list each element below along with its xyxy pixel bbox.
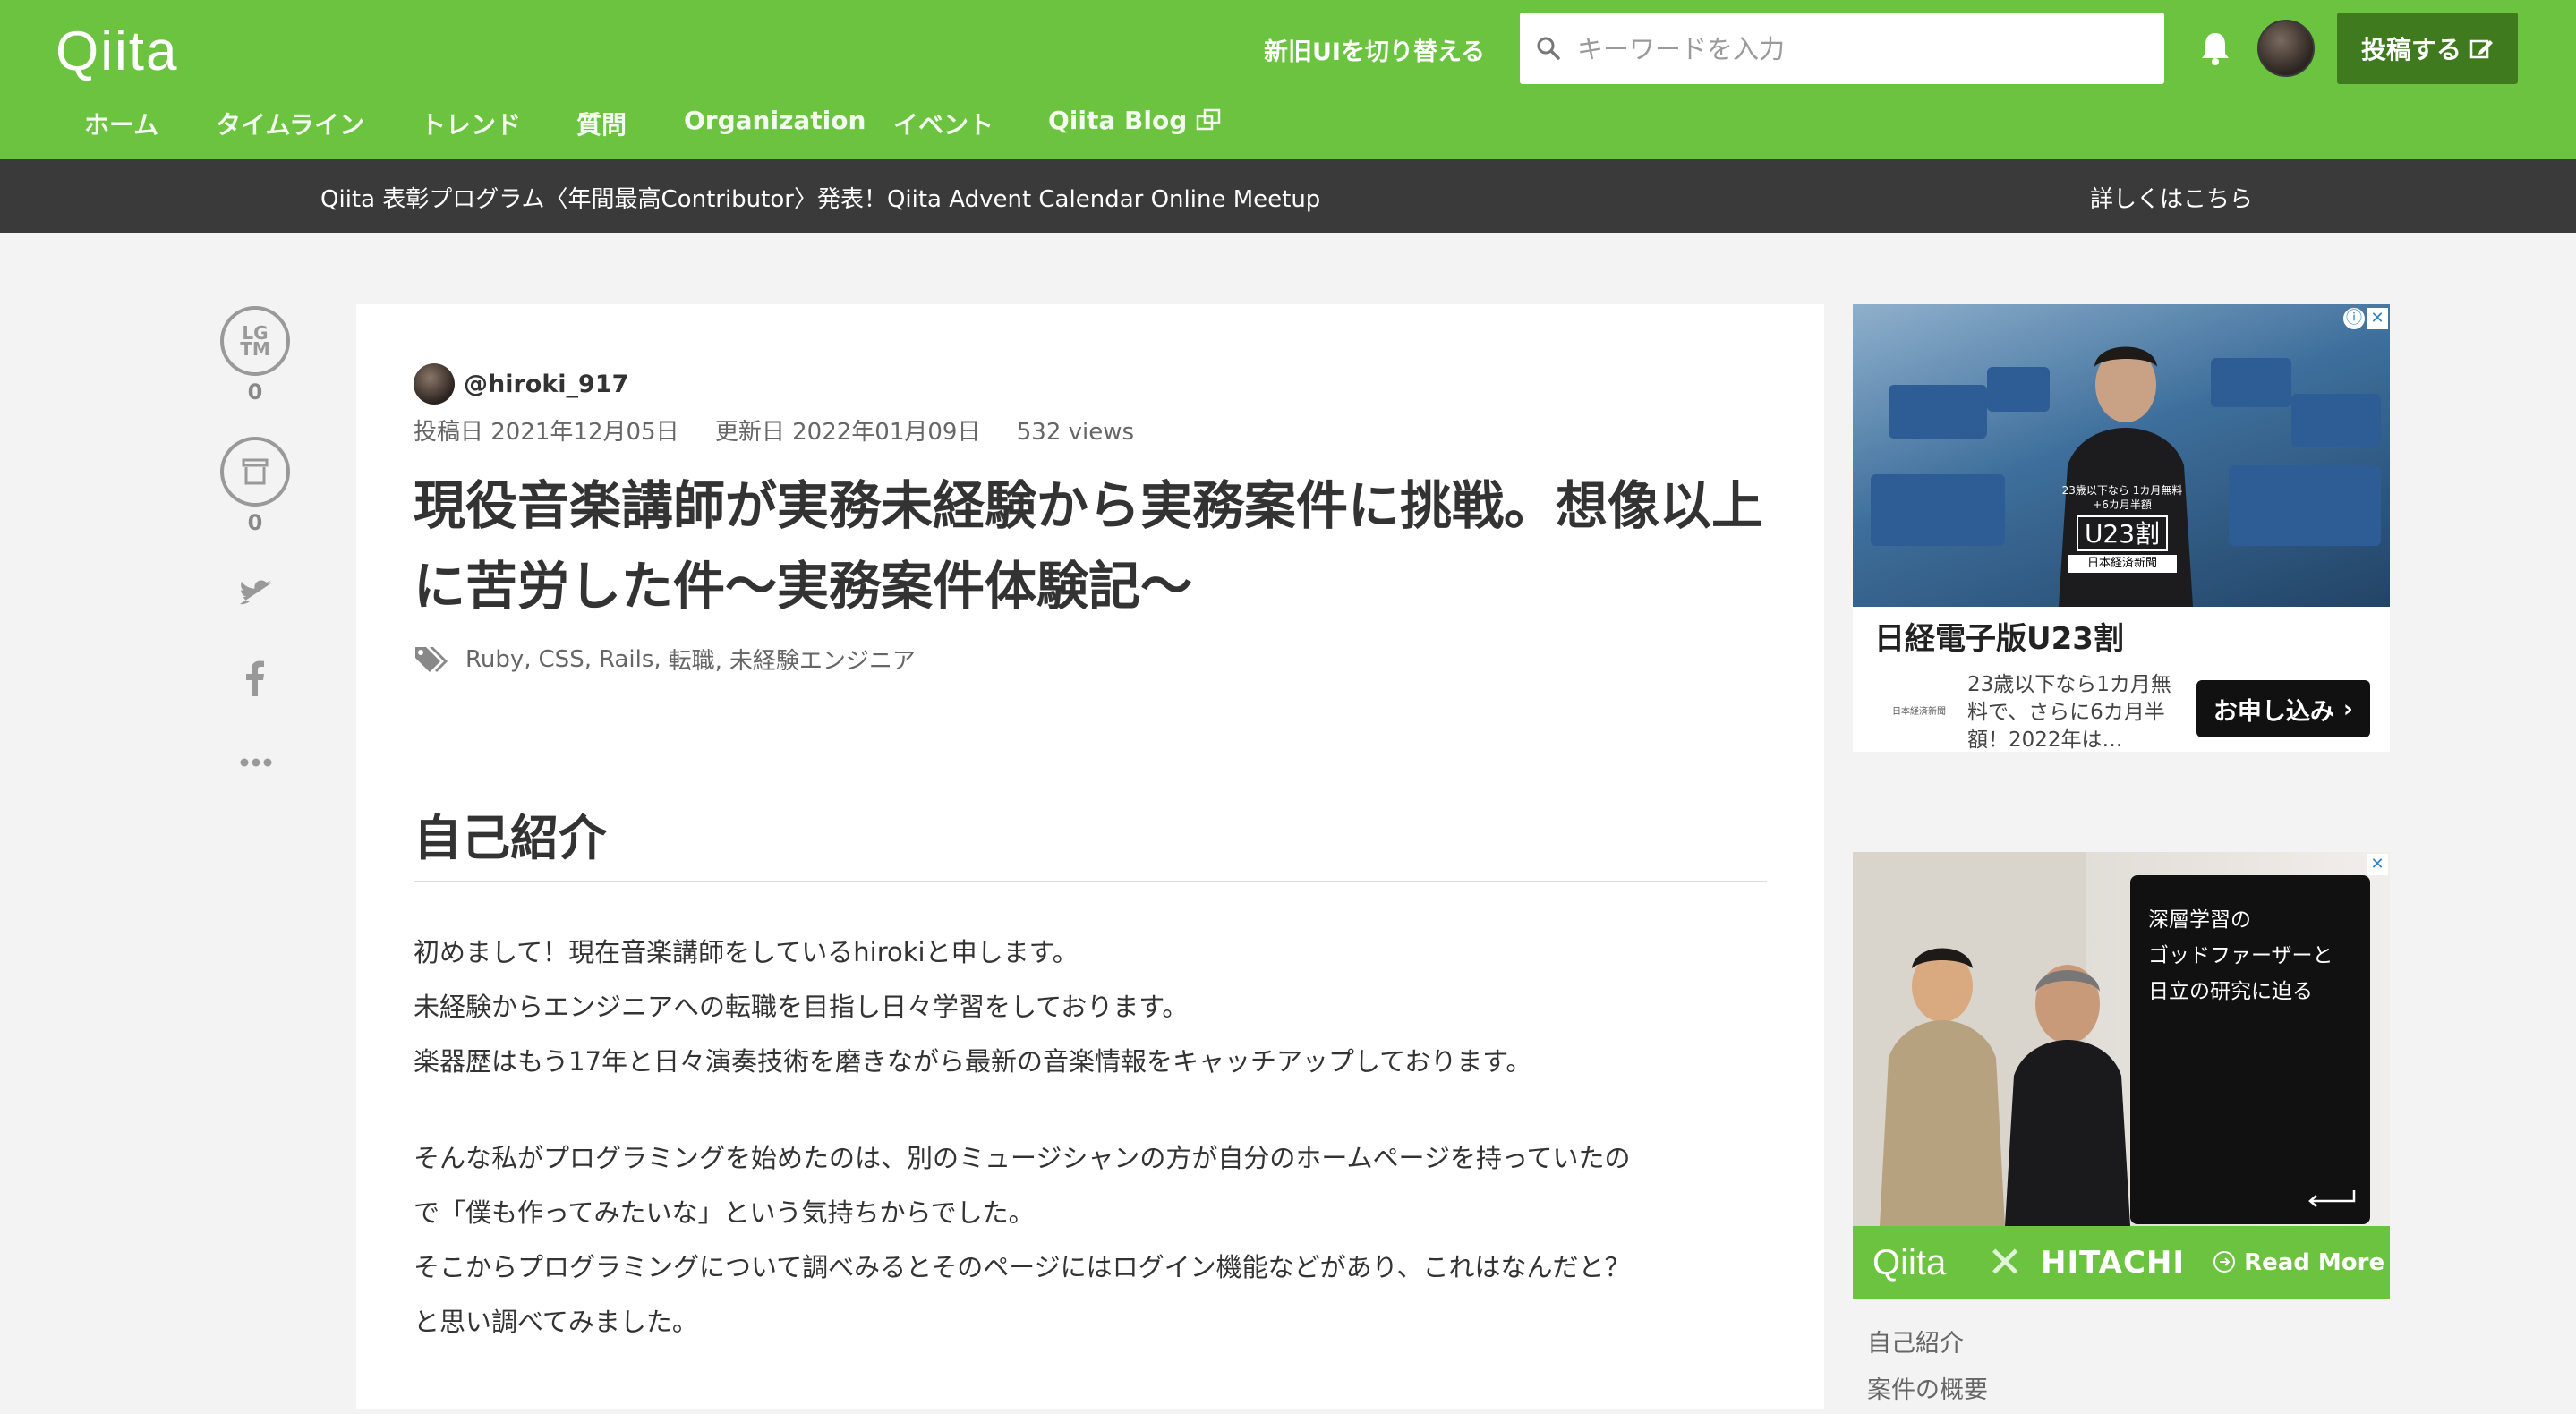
read-more-label: Read More xyxy=(2244,1249,2385,1276)
edit-icon xyxy=(2469,39,2493,59)
nav-events[interactable]: イベント xyxy=(893,106,994,141)
toc-item[interactable]: 案件の概要 xyxy=(1867,1367,1988,1414)
announcement-banner: Qiita 表彰プログラム〈年間最高Contributor〉発表！Qiita A… xyxy=(0,159,2576,233)
seat-shape xyxy=(1987,367,2050,412)
author-name[interactable]: @hiroki_917 xyxy=(464,371,628,398)
notification-bell-icon[interactable] xyxy=(2198,30,2232,66)
ad-apply-button[interactable]: お申し込み › xyxy=(2196,680,2370,737)
paragraph-line: 初めまして！現在音楽講師をしているhirokiと申します。 xyxy=(414,937,1079,967)
toc-item[interactable]: 自己紹介 xyxy=(1867,1321,1988,1367)
collab-x-icon: ✕ xyxy=(1987,1238,2024,1288)
section-divider xyxy=(414,881,1767,882)
external-link-icon xyxy=(1196,108,1221,131)
posted-date: 投稿日 2021年12月05日 xyxy=(414,419,679,446)
intro-paragraph-2: そんな私がプログラミングを始めたのは、別のミュージシャンの方が自分のホームページ… xyxy=(414,1131,1774,1350)
twitter-icon[interactable] xyxy=(240,580,272,607)
updated-date: 更新日 2022年01月09日 xyxy=(714,419,981,446)
table-of-contents: 自己紹介 案件の概要 xyxy=(1867,1321,1988,1414)
global-header: Qiita 新旧UIを切り替える 投稿する ホーム タイムライン トレンド 質問… xyxy=(0,0,2576,159)
ad-image: 23歳以下なら 1カ月無料+6カ月半額 U23割 日本経済新聞 xyxy=(1853,304,2390,607)
nav-qiita-blog[interactable]: Qiita Blog xyxy=(1048,106,1223,135)
facebook-icon[interactable] xyxy=(245,660,265,696)
ad-text-overlay: 深層学習の ゴッドファーザーと 日立の研究に迫る xyxy=(2130,875,2370,1224)
ad-overlay-line: ゴッドファーザーと xyxy=(2148,944,2333,967)
arrow-circle-icon xyxy=(2213,1251,2235,1273)
ad-qiita-logo: Qiita xyxy=(1872,1242,1947,1282)
nikkei-logo: 日本経済新聞 xyxy=(2068,555,2177,573)
lgtm-icon: LG TM xyxy=(240,322,270,360)
ad-overlay-text: 深層学習の ゴッドファーザーと 日立の研究に迫る xyxy=(2148,902,2333,1009)
tag-beginner-engineer[interactable]: 未経験エンジニア xyxy=(729,643,916,676)
tag-rails[interactable]: Rails, xyxy=(599,646,661,673)
return-arrow-icon xyxy=(2308,1190,2356,1207)
ad-footer-bar: Qiita ✕ HITACHI Read More xyxy=(1853,1226,2390,1299)
ad-info-icon[interactable]: ⓘ xyxy=(2343,308,2365,329)
ad-apply-label: お申し込み xyxy=(2213,697,2334,726)
tag-ruby[interactable]: Ruby, xyxy=(465,646,532,673)
hitachi-ad[interactable]: 深層学習の ゴッドファーザーと 日立の研究に迫る ✕ Qiita ✕ HITAC… xyxy=(1853,852,2390,1299)
more-options-icon[interactable] xyxy=(240,757,272,768)
u23-badge: U23割 xyxy=(2077,515,2168,551)
seat-shape xyxy=(2229,465,2381,546)
stock-count: 0 xyxy=(247,510,263,535)
ad-description: 23歳以下なら1カ月無料で、さらに6カ月半額！2022年は… xyxy=(1967,673,2171,752)
ad-close-icon[interactable]: ✕ xyxy=(2367,854,2388,875)
ad-image: 深層学習の ゴッドファーザーと 日立の研究に迫る xyxy=(1853,852,2390,1226)
ad-headline[interactable]: 日経電子版U23割 xyxy=(1874,614,2124,658)
author-avatar[interactable] xyxy=(414,363,455,405)
intro-paragraph-1: 初めまして！現在音楽講師をしているhirokiと申します。 未経験からエンジニア… xyxy=(414,925,1774,1089)
paragraph-line: と思い調べてみました。 xyxy=(414,1307,698,1337)
tag-list: Ruby, CSS, Rails, 転職, 未経験エンジニア xyxy=(414,643,923,676)
ad-close-icon[interactable]: ✕ xyxy=(2367,308,2388,329)
banner-details-link[interactable]: 詳しくはこちら xyxy=(2090,181,2253,214)
paragraph-line: そこからプログラミングについて調べみるとそのページにはログイン機能などがあり、こ… xyxy=(414,1252,1631,1282)
user-avatar[interactable] xyxy=(2257,20,2315,77)
seat-shape xyxy=(2291,394,2381,447)
search-box xyxy=(1520,13,2164,86)
qiita-logo[interactable]: Qiita xyxy=(55,20,178,83)
tag-css[interactable]: CSS, xyxy=(539,646,592,673)
view-count: 532 views xyxy=(1016,419,1135,446)
seat-shape xyxy=(2211,358,2291,407)
paragraph-line: 未経験からエンジニアへの転職を目指し日々学習をしております。 xyxy=(414,992,1189,1022)
article-meta: 投稿日 2021年12月05日 更新日 2022年01月09日 532 view… xyxy=(414,413,1163,447)
nav-timeline[interactable]: タイムライン xyxy=(216,106,364,141)
post-button[interactable]: 投稿する xyxy=(2337,13,2518,84)
u23-offer-text: 23歳以下なら 1カ月無料+6カ月半額 xyxy=(2061,484,2183,511)
seat-shape xyxy=(1889,385,1987,439)
nikkei-ad[interactable]: 23歳以下なら 1カ月無料+6カ月半額 U23割 日本経済新聞 ⓘ ✕ 日経電子… xyxy=(1853,304,2390,752)
banner-message[interactable]: Qiita 表彰プログラム〈年間最高Contributor〉発表！Qiita A… xyxy=(320,181,1320,214)
switch-ui-link[interactable]: 新旧UIを切り替える xyxy=(1264,32,1485,67)
chevron-right-icon: › xyxy=(2342,694,2354,723)
paragraph-line: そんな私がプログラミングを始めたのは、別のミュージシャンの方が自分のホームページ… xyxy=(414,1143,1631,1173)
tags-icon xyxy=(415,646,448,672)
nav-questions[interactable]: 質問 xyxy=(576,106,627,141)
paragraph-line: 楽器歴はもう17年と日々演奏技術を磨きながら最新の音楽情報をキャッチアップしてお… xyxy=(414,1046,1532,1077)
ad-overlay-line: 深層学習の xyxy=(2148,908,2251,932)
stock-button[interactable] xyxy=(220,437,290,507)
nav-home[interactable]: ホーム xyxy=(84,106,158,141)
nav-organization[interactable]: Organization xyxy=(684,106,866,135)
stock-icon xyxy=(242,458,269,485)
ad-advertiser-logo: 日本経済新聞 xyxy=(1892,707,1946,717)
section-heading: 自己紹介 xyxy=(414,810,607,866)
post-button-label: 投稿する xyxy=(2360,35,2461,64)
search-icon xyxy=(1537,37,1560,60)
ad-read-more-link[interactable]: Read More xyxy=(2213,1249,2384,1276)
tag-career-change[interactable]: 転職, xyxy=(669,643,722,676)
nav-trend[interactable]: トレンド xyxy=(421,106,521,141)
paragraph-line: で「僕も作ってみたいな」という気持ちからでした。 xyxy=(414,1197,1035,1228)
ad-people-figures xyxy=(1880,948,2130,1226)
ad-overlay-line: 日立の研究に迫る xyxy=(2148,980,2313,1003)
search-input[interactable] xyxy=(1575,13,2152,86)
lgtm-count: 0 xyxy=(247,379,263,405)
nav-qiita-blog-label: Qiita Blog xyxy=(1048,106,1188,135)
article-title: 現役音楽講師が実務未経験から実務案件に挑戦。想像以上に苦労した件〜実務案件体験記… xyxy=(414,475,1764,617)
ad-hitachi-logo: HITACHI xyxy=(2041,1245,2186,1281)
lgtm-button[interactable]: LG TM xyxy=(220,306,290,376)
article-author[interactable]: @hiroki_917 xyxy=(414,363,628,405)
seat-shape xyxy=(1871,474,2005,546)
